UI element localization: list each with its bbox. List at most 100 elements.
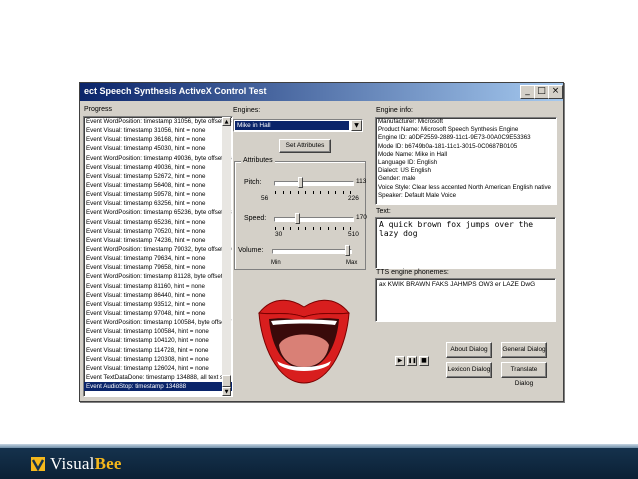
- list-item[interactable]: Event Visual: timestamp 79634, hint = no…: [84, 254, 232, 263]
- list-item[interactable]: Event WordPosition: timestamp 31056, byt…: [84, 117, 232, 126]
- list-item[interactable]: Event Visual: timestamp 74236, hint = no…: [84, 236, 232, 245]
- list-item[interactable]: Event Visual: timestamp 45030, hint = no…: [84, 144, 232, 153]
- minimize-button[interactable]: _: [520, 85, 535, 99]
- list-item[interactable]: Event Visual: timestamp 126024, hint = n…: [84, 364, 232, 373]
- app-window: ect Speech Synthesis ActiveX Control Tes…: [79, 82, 564, 402]
- pitch-track: [274, 181, 354, 186]
- speed-slider[interactable]: [295, 213, 301, 224]
- phonemes-label: TTS engine phonemes:: [376, 269, 449, 276]
- slider-tick: [282, 227, 284, 230]
- engine-info-box[interactable]: Manufacturer: Microsoft Product Name: Mic…: [375, 117, 557, 205]
- list-item[interactable]: Event Visual: timestamp 63256, hint = no…: [84, 199, 232, 208]
- engine-info-line: Engine ID: a0DF2559-2889-11c1-9E73-00A0C…: [378, 134, 531, 142]
- list-item[interactable]: Event Visual: timestamp 31056, hint = no…: [84, 126, 232, 135]
- speed-max: 510: [348, 231, 359, 238]
- slider-tick: [335, 191, 336, 194]
- engine-info-line: Product Name: Microsoft Speech Synthesis…: [378, 126, 519, 134]
- volume-max: Max: [346, 260, 358, 266]
- progress-scrollbar[interactable]: ▲ ▼: [222, 117, 231, 396]
- phonemes-box[interactable]: ax KWIK BRAWN FAKS JAHMPS OW3 er LAZE Dw…: [375, 278, 556, 322]
- scroll-down-icon[interactable]: ▼: [222, 387, 231, 396]
- slider-tick: [350, 227, 351, 230]
- engine-select[interactable]: Mike in Hall ▼: [233, 119, 363, 132]
- slider-tick: [320, 227, 321, 230]
- volume-slider[interactable]: [345, 245, 350, 256]
- slider-tick: [275, 191, 276, 194]
- brand-part1: Visual: [50, 454, 95, 473]
- engine-select-value: Mike in Hall: [235, 121, 349, 130]
- scroll-thumb[interactable]: [222, 375, 231, 387]
- translate-dialog-button[interactable]: Translate Dialog: [501, 362, 547, 387]
- list-item[interactable]: Event Visual: timestamp 97048, hint = no…: [84, 309, 232, 318]
- slider-tick: [305, 227, 306, 230]
- progress-lines: Event WordPosition: timestamp 31056, byt…: [84, 117, 232, 392]
- set-attributes-button[interactable]: Set Attributes: [279, 139, 331, 153]
- list-item[interactable]: Event Visual: timestamp 114728, hint = n…: [84, 346, 232, 355]
- list-item[interactable]: Event Visual: timestamp 36168, hint = no…: [84, 135, 232, 144]
- mouth-animation: [258, 299, 350, 384]
- list-item[interactable]: Event Visual: timestamp 86440, hint = no…: [84, 291, 232, 300]
- engine-info-line: Manufacturer: Microsoft: [378, 118, 443, 125]
- engine-info-line: Voice Style: Clear less accented North A…: [378, 183, 551, 191]
- speed-track: [274, 217, 354, 222]
- close-button[interactable]: ×: [548, 85, 563, 99]
- chevron-down-icon[interactable]: ▼: [351, 120, 362, 131]
- pitch-slider[interactable]: [298, 177, 304, 188]
- slider-tick: [327, 227, 329, 230]
- text-input[interactable]: A quick brown fox jumps over the lazy do…: [375, 217, 556, 269]
- list-item[interactable]: Event Visual: timestamp 93512, hint = no…: [84, 300, 232, 309]
- list-item[interactable]: Event Visual: timestamp 70520, hint = no…: [84, 227, 232, 236]
- window-title: ect Speech Synthesis ActiveX Control Tes…: [84, 86, 267, 96]
- brand-name: VisualBee: [50, 454, 122, 474]
- volume-min: Min: [271, 260, 281, 266]
- list-item[interactable]: Event WordPosition: timestamp 65236, byt…: [84, 208, 232, 217]
- engine-info-line: Dialect: US English: [378, 167, 431, 175]
- list-item[interactable]: Event Visual: timestamp 100584, hint = n…: [84, 327, 232, 336]
- list-item[interactable]: Event Visual: timestamp 59578, hint = no…: [84, 190, 232, 199]
- list-item[interactable]: Event Visual: timestamp 65236, hint = no…: [84, 218, 232, 227]
- list-item[interactable]: Event WordPosition: timestamp 100584, by…: [84, 318, 232, 327]
- slider-tick: [290, 227, 291, 230]
- list-item[interactable]: Event TextDataDone: timestamp 134888, al…: [84, 373, 232, 382]
- slider-tick: [342, 191, 344, 194]
- pitch-max: 226: [348, 195, 359, 202]
- progress-list[interactable]: Event WordPosition: timestamp 31056, byt…: [83, 116, 233, 397]
- pause-icon[interactable]: ❚❚: [407, 356, 417, 366]
- engine-info-lines: Manufacturer: Microsoft Product Name: Mic…: [376, 118, 556, 200]
- slider-tick: [305, 191, 306, 194]
- pitch-label: Pitch:: [244, 179, 262, 186]
- list-item[interactable]: Event Visual: timestamp 56408, hint = no…: [84, 181, 232, 190]
- list-item[interactable]: Event AudioStop: timestamp 134888: [84, 382, 232, 392]
- list-item[interactable]: Event Visual: timestamp 79658, hint = no…: [84, 263, 232, 272]
- maximize-button[interactable]: □: [534, 85, 549, 99]
- stop-icon[interactable]: ■: [419, 356, 429, 366]
- list-item[interactable]: Event Visual: timestamp 104120, hint = n…: [84, 336, 232, 345]
- progress-label: Progress: [84, 106, 113, 113]
- slide-footer: VisualBee: [0, 444, 638, 479]
- list-item[interactable]: Event Visual: timestamp 49036, hint = no…: [84, 163, 232, 172]
- attributes-group: Attributes Pitch: 113 56 226 Speed: 170 …: [234, 157, 367, 270]
- list-item[interactable]: Event Visual: timestamp 52672, hint = no…: [84, 172, 232, 181]
- brand-part2: Bee: [94, 454, 122, 473]
- scroll-up-icon[interactable]: ▲: [222, 117, 231, 126]
- title-bar[interactable]: ect Speech Synthesis ActiveX Control Tes…: [80, 83, 563, 101]
- list-item[interactable]: Event Visual: timestamp 120308, hint = n…: [84, 355, 232, 364]
- lexicon-dialog-button[interactable]: Lexicon Dialog: [446, 362, 492, 378]
- list-item[interactable]: Event WordPosition: timestamp 79032, byt…: [84, 245, 232, 254]
- play-icon[interactable]: ▶: [395, 356, 405, 366]
- speed-min: 30: [275, 231, 283, 238]
- slider-tick: [335, 227, 336, 230]
- engine-info-line: Mode ID: b6749b0a-181-11c1-3015-0C0687B0…: [378, 142, 518, 150]
- slider-tick: [290, 191, 291, 194]
- engine-info-line: Gender: male: [378, 175, 416, 183]
- engine-info-label: Engine info:: [376, 107, 413, 114]
- visualbee-logo: VisualBee: [30, 454, 122, 474]
- about-dialog-button[interactable]: About Dialog: [446, 342, 492, 358]
- slider-tick: [350, 191, 351, 194]
- list-item[interactable]: Event WordPosition: timestamp 81128, byt…: [84, 272, 232, 281]
- list-item[interactable]: Event WordPosition: timestamp 49036, byt…: [84, 154, 232, 163]
- general-dialog-button[interactable]: General Dialog: [501, 342, 547, 358]
- pitch-ticks: [275, 191, 353, 194]
- list-item[interactable]: Event Visual: timestamp 81160, hint = no…: [84, 282, 232, 291]
- engine-info-line: Language ID: English: [378, 159, 438, 167]
